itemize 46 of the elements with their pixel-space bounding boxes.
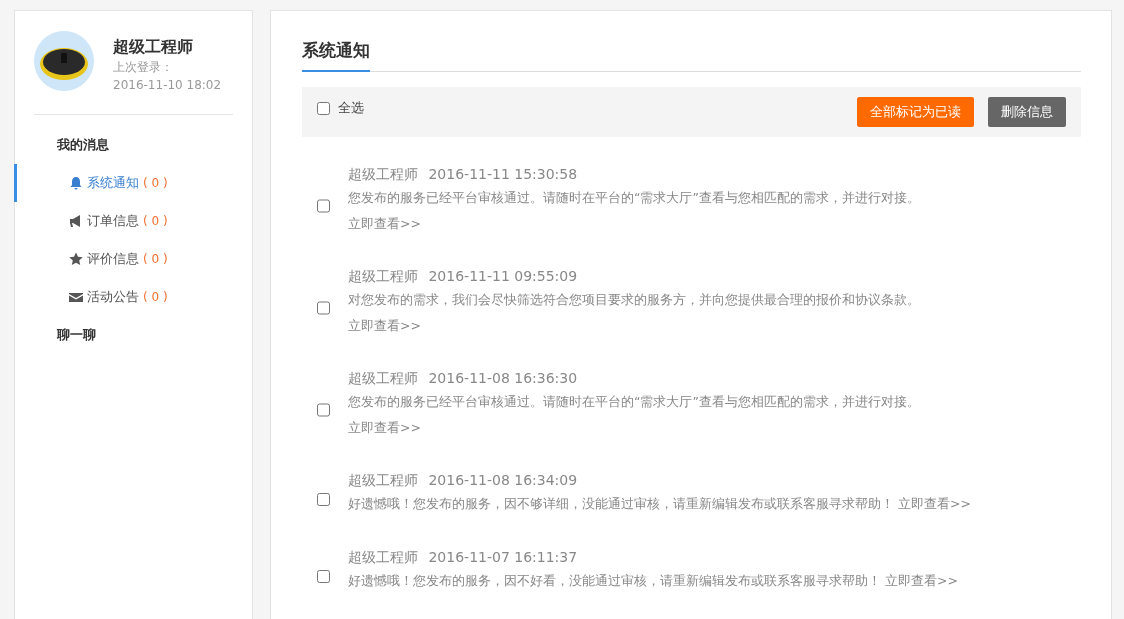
message-time: 2016-11-11 15:30:58 <box>428 166 578 182</box>
nav-label: 评价信息 <box>87 250 139 268</box>
message-text: 您发布的服务已经平台审核通过。请随时在平台的“需求大厅”查看与您相匹配的需求，并进行对接。 <box>348 393 920 411</box>
message-time: 2016-11-07 16:11:37 <box>428 549 578 565</box>
sender-name: 超级工程师 <box>348 472 418 488</box>
sidebar-item[interactable]: 订单信息 ( 0 ) <box>14 202 252 240</box>
view-now-link[interactable]: 立即查看>> <box>348 420 421 435</box>
user-name: 超级工程师 <box>113 37 194 58</box>
nav-label: 活动公告 <box>87 288 139 306</box>
section-title[interactable]: 聊一聊 <box>15 325 252 363</box>
unread-count: ( 0 ) <box>143 290 168 304</box>
sidebar-item[interactable]: 活动公告 ( 0 ) <box>14 278 252 316</box>
message-time: 2016-11-08 16:36:30 <box>428 370 578 386</box>
message-time: 2016-11-08 16:34:09 <box>428 472 578 488</box>
sender-name: 超级工程师 <box>348 268 418 284</box>
message-text: 对您发布的需求，我们会尽快筛选符合您项目要求的服务方，并向您提供最合理的报价和协议条款。 <box>348 291 920 309</box>
sender-name: 超级工程师 <box>348 549 418 565</box>
select-all-checkbox[interactable] <box>317 101 330 115</box>
avatar-drawing <box>34 31 94 91</box>
nav-label: 订单信息 <box>87 212 139 230</box>
sender-name: 超级工程师 <box>348 370 418 386</box>
select-all-label: 全选 <box>338 99 364 117</box>
sender-name: 超级工程师 <box>348 166 418 182</box>
view-now-link[interactable]: 立即查看>> <box>348 216 421 231</box>
view-now-link[interactable]: 立即查看>> <box>348 318 421 333</box>
bell-icon <box>69 176 83 190</box>
last-login-label: 上次登录： <box>113 59 174 76</box>
star-icon <box>69 252 83 266</box>
unread-count: ( 0 ) <box>143 214 168 228</box>
message-text: 好遗憾哦！您发布的服务，因不够详细，没能通过审核，请重新编辑发布或联系客服寻求帮助！ 立即查看>> <box>348 495 971 513</box>
view-now-link[interactable]: 立即查看>> <box>898 496 971 511</box>
page-title: 系统通知 <box>302 39 370 72</box>
nav-label: 系统通知 <box>87 174 139 192</box>
view-now-link[interactable]: 立即查看>> <box>885 573 958 588</box>
sidebar-item[interactable]: 系统通知 ( 0 ) <box>14 164 252 202</box>
mark-all-read-button[interactable]: 全部标记为已读 <box>857 97 974 127</box>
unread-count: ( 0 ) <box>143 252 168 266</box>
message-text: 您发布的服务已经平台审核通过。请随时在平台的“需求大厅”查看与您相匹配的需求，并进行对接。 <box>348 189 920 207</box>
message-text: 好遗憾哦！您发布的服务，因不好看，没能通过审核，请重新编辑发布或联系客服寻求帮助！ 立即查看>> <box>348 572 958 590</box>
megaphone-icon <box>69 214 83 228</box>
envelope-icon <box>69 290 83 304</box>
message-time: 2016-11-11 09:55:09 <box>428 268 578 284</box>
sidebar-item[interactable]: 评价信息 ( 0 ) <box>14 240 252 278</box>
delete-button[interactable]: 删除信息 <box>988 97 1066 127</box>
unread-count: ( 0 ) <box>143 176 168 190</box>
last-login-time: 2016-11-10 18:02 <box>113 77 222 94</box>
